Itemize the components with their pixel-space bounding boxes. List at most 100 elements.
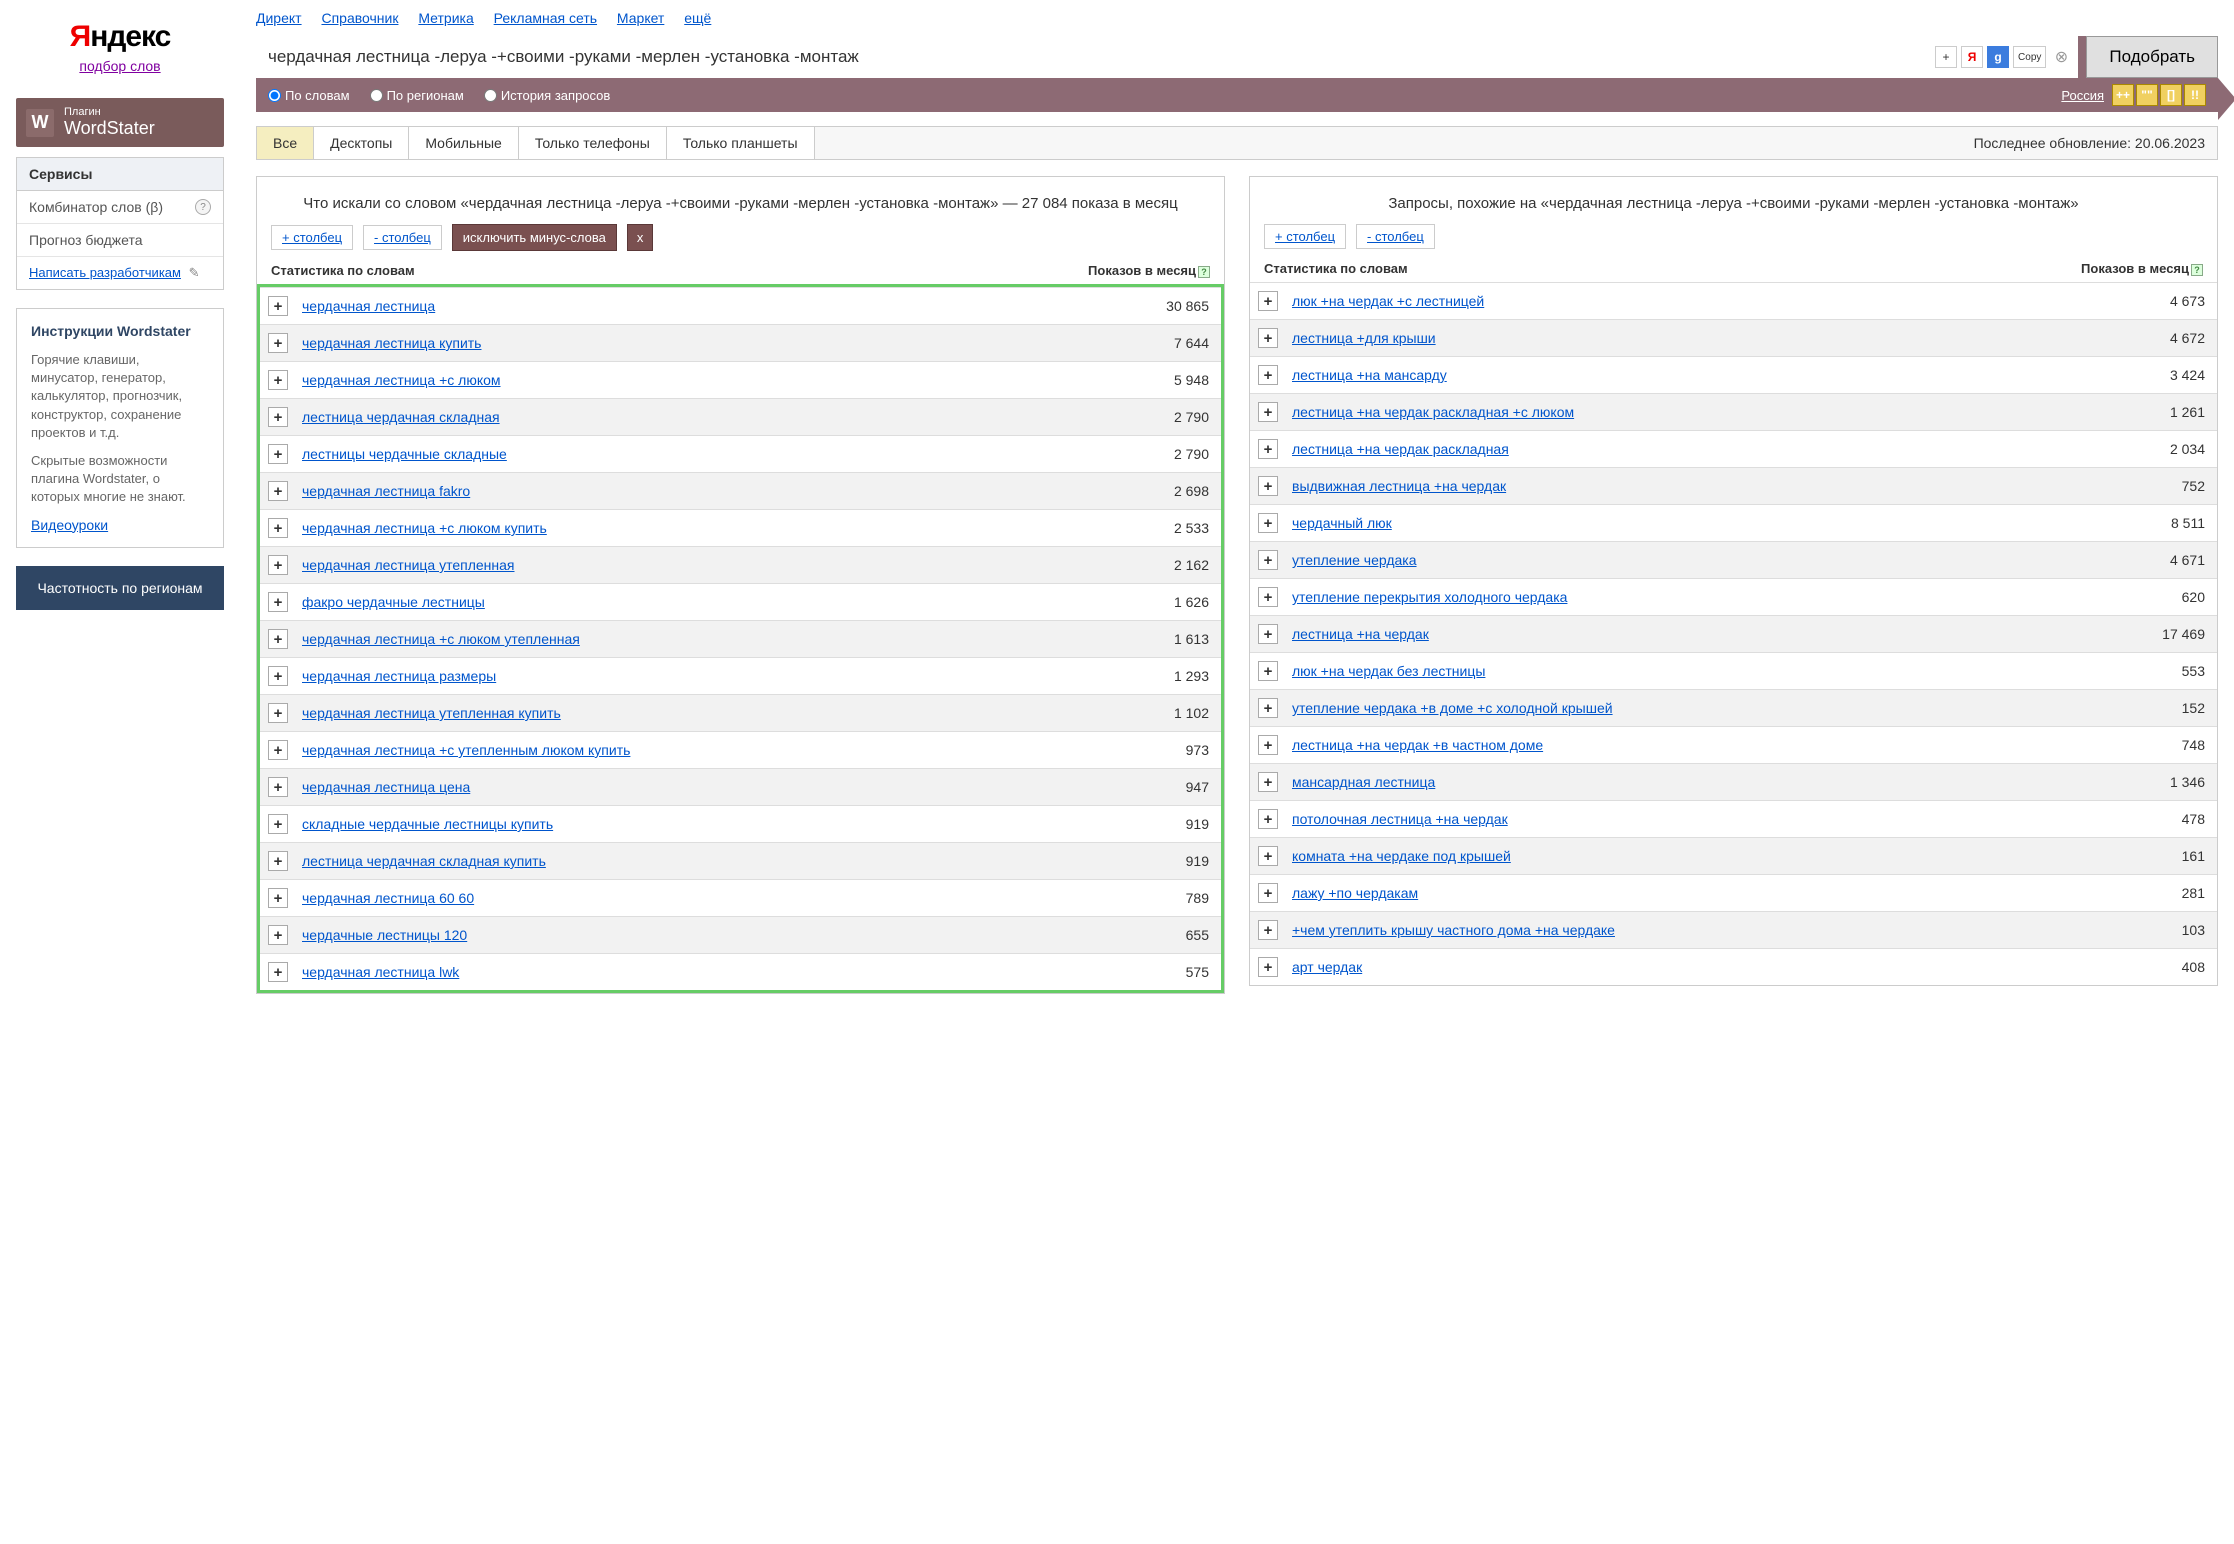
add-keyword-button[interactable]: + (268, 962, 288, 982)
help-icon[interactable]: ? (195, 199, 211, 215)
add-keyword-button[interactable]: + (268, 518, 288, 538)
keyword-link[interactable]: лестница +на чердак (1292, 626, 2152, 642)
yandex-icon[interactable]: Я (1961, 46, 1983, 68)
add-keyword-button[interactable]: + (268, 740, 288, 760)
top-link-market[interactable]: Маркет (617, 10, 664, 26)
keyword-link[interactable]: комната +на чердаке под крышей (1292, 848, 2172, 864)
keyword-link[interactable]: чердачная лестница размеры (302, 668, 1164, 684)
add-keyword-button[interactable]: + (1258, 957, 1278, 977)
add-keyword-button[interactable]: + (268, 703, 288, 723)
keyword-link[interactable]: чердачная лестница +с люком утепленная (302, 631, 1164, 647)
add-keyword-button[interactable]: + (1258, 883, 1278, 903)
keyword-link[interactable]: лестница чердачная складная купить (302, 853, 1176, 869)
add-keyword-button[interactable]: + (1258, 735, 1278, 755)
tab-mobile[interactable]: Мобильные (409, 127, 519, 159)
add-plus-icon[interactable]: + (1935, 46, 1957, 68)
google-icon[interactable]: g (1987, 46, 2009, 68)
operator-exclaim[interactable]: !! (2184, 84, 2206, 106)
add-keyword-button[interactable]: + (1258, 624, 1278, 644)
keyword-link[interactable]: чердачная лестница утепленная (302, 557, 1164, 573)
add-keyword-button[interactable]: + (1258, 402, 1278, 422)
keyword-link[interactable]: лестница чердачная складная (302, 409, 1164, 425)
copy-button[interactable]: Copy (2013, 46, 2046, 68)
keyword-link[interactable]: чердачная лестница утепленная купить (302, 705, 1164, 721)
add-keyword-button[interactable]: + (268, 555, 288, 575)
video-lessons-link[interactable]: Видеоуроки (31, 517, 108, 533)
sidebar-item-forecast[interactable]: Прогноз бюджета (17, 224, 223, 257)
add-keyword-button[interactable]: + (268, 296, 288, 316)
add-keyword-button[interactable]: + (268, 666, 288, 686)
exclude-minus-words[interactable]: исключить минус-слова (452, 224, 617, 251)
add-keyword-button[interactable]: + (268, 333, 288, 353)
add-keyword-button[interactable]: + (1258, 920, 1278, 940)
add-keyword-button[interactable]: + (1258, 439, 1278, 459)
keyword-link[interactable]: чердачная лестница цена (302, 779, 1176, 795)
keyword-link[interactable]: мансардная лестница (1292, 774, 2160, 790)
radio-by-words[interactable]: По словам (268, 88, 350, 103)
add-keyword-button[interactable]: + (268, 407, 288, 427)
operator-quotes[interactable]: "" (2136, 84, 2158, 106)
top-link-more[interactable]: ещё (684, 10, 711, 26)
left-plus-column[interactable]: + столбец (271, 225, 353, 250)
add-keyword-button[interactable]: + (1258, 550, 1278, 570)
tab-all[interactable]: Все (257, 127, 314, 159)
keyword-link[interactable]: лестницы чердачные складные (302, 446, 1164, 462)
add-keyword-button[interactable]: + (268, 777, 288, 797)
right-plus-column[interactable]: + столбец (1264, 224, 1346, 249)
add-keyword-button[interactable]: + (1258, 772, 1278, 792)
add-keyword-button[interactable]: + (1258, 846, 1278, 866)
add-keyword-button[interactable]: + (1258, 698, 1278, 718)
frequency-by-region-button[interactable]: Частотность по регионам (16, 566, 224, 610)
sidebar-item-combinator[interactable]: Комбинатор слов (β) ? (17, 191, 223, 224)
right-minus-column[interactable]: - столбец (1356, 224, 1435, 249)
keyword-link[interactable]: складные чердачные лестницы купить (302, 816, 1176, 832)
operator-brackets[interactable]: [] (2160, 84, 2182, 106)
add-keyword-button[interactable]: + (268, 851, 288, 871)
keyword-link[interactable]: чердачная лестница fakro (302, 483, 1164, 499)
keyword-link[interactable]: чердачная лестница +с люком купить (302, 520, 1164, 536)
search-input[interactable] (256, 36, 1929, 78)
keyword-link[interactable]: люк +на чердак без лестницы (1292, 663, 2172, 679)
yandex-logo[interactable]: Яндекс (16, 20, 224, 54)
top-link-spravochnik[interactable]: Справочник (321, 10, 398, 26)
keyword-link[interactable]: чердачный люк (1292, 515, 2161, 531)
add-keyword-button[interactable]: + (1258, 513, 1278, 533)
keyword-link[interactable]: потолочная лестница +на чердак (1292, 811, 2172, 827)
keyword-link[interactable]: чердачные лестницы 120 (302, 927, 1176, 943)
add-keyword-button[interactable]: + (268, 814, 288, 834)
add-keyword-button[interactable]: + (1258, 809, 1278, 829)
keyword-link[interactable]: лестница +для крыши (1292, 330, 2160, 346)
help-icon[interactable]: ? (2191, 264, 2203, 276)
clear-icon[interactable]: ⊗ (2050, 46, 2072, 68)
keyword-link[interactable]: чердачная лестница lwk (302, 964, 1176, 980)
keyword-link[interactable]: лестница +на чердак +в частном доме (1292, 737, 2172, 753)
keyword-link[interactable]: лестница +на мансарду (1292, 367, 2160, 383)
radio-history[interactable]: История запросов (484, 88, 611, 103)
add-keyword-button[interactable]: + (268, 629, 288, 649)
keyword-link[interactable]: чердачная лестница 60 60 (302, 890, 1176, 906)
top-link-direct[interactable]: Директ (256, 10, 302, 26)
keyword-link[interactable]: чердачная лестница купить (302, 335, 1164, 351)
keyword-link[interactable]: факро чердачные лестницы (302, 594, 1164, 610)
search-button[interactable]: Подобрать (2086, 36, 2218, 78)
keyword-link[interactable]: лестница +на чердак раскладная (1292, 441, 2160, 457)
keyword-link[interactable]: арт чердак (1292, 959, 2172, 975)
keyword-link[interactable]: утепление чердака (1292, 552, 2160, 568)
operator-plusplus[interactable]: ++ (2112, 84, 2134, 106)
write-developers-link[interactable]: Написать разработчикам (29, 265, 181, 280)
radio-by-regions[interactable]: По регионам (370, 88, 464, 103)
tab-desktops[interactable]: Десктопы (314, 127, 409, 159)
tab-phones[interactable]: Только телефоны (519, 127, 667, 159)
add-keyword-button[interactable]: + (268, 444, 288, 464)
add-keyword-button[interactable]: + (268, 592, 288, 612)
keyword-link[interactable]: выдвижная лестница +на чердак (1292, 478, 2172, 494)
add-keyword-button[interactable]: + (1258, 365, 1278, 385)
help-icon[interactable]: ? (1198, 266, 1210, 278)
add-keyword-button[interactable]: + (268, 888, 288, 908)
keyword-link[interactable]: чердачная лестница +с люком (302, 372, 1164, 388)
keyword-link[interactable]: утепление чердака +в доме +с холодной кр… (1292, 700, 2172, 716)
add-keyword-button[interactable]: + (1258, 291, 1278, 311)
add-keyword-button[interactable]: + (268, 481, 288, 501)
left-minus-column[interactable]: - столбец (363, 225, 442, 250)
keyword-link[interactable]: утепление перекрытия холодного чердака (1292, 589, 2172, 605)
